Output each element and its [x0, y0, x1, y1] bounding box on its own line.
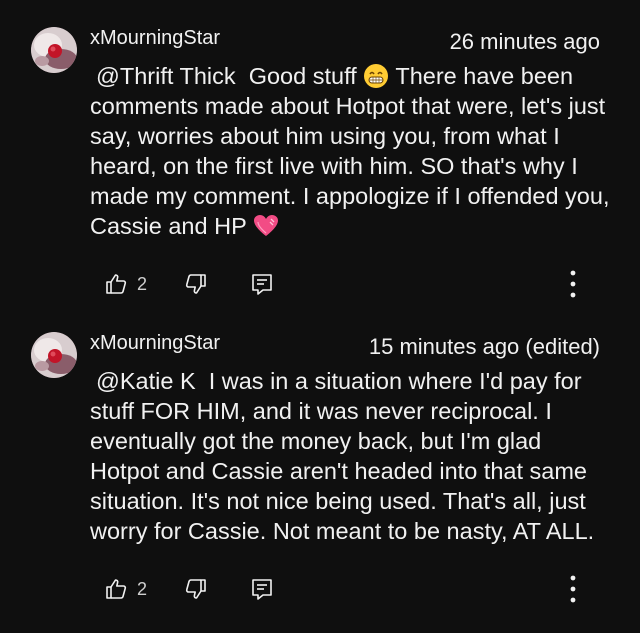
avatar[interactable]	[31, 332, 77, 378]
comment-author[interactable]: xMourningStar	[90, 27, 220, 50]
comment-timestamp[interactable]: 15 minutes ago (edited)	[369, 334, 600, 360]
comment-text-part: There have been comments made about Hotp…	[90, 63, 610, 239]
comment-text-part: I was in a situation where I'd pay for s…	[90, 368, 595, 544]
like-count: 2	[137, 579, 148, 599]
like-count: 2	[137, 274, 148, 294]
grinning-face-emoji-icon	[363, 63, 389, 89]
comment-text: @Thrift Thick Good stuff There have been…	[90, 61, 615, 241]
comment-actions: 2	[0, 268, 640, 300]
comment-actions: 2	[0, 573, 640, 605]
thumbs-down-icon[interactable]	[184, 577, 208, 601]
more-vertical-icon[interactable]	[562, 268, 584, 300]
mention-link[interactable]: @Thrift Thick	[90, 63, 236, 89]
pink-heart-emoji-icon	[253, 213, 279, 239]
comment-text-part: Good stuff	[248, 63, 357, 89]
more-vertical-icon[interactable]	[562, 573, 584, 605]
comment-timestamp[interactable]: 26 minutes ago	[450, 29, 600, 55]
reply-comment-icon[interactable]	[250, 577, 274, 601]
thumbs-down-icon[interactable]	[184, 272, 208, 296]
thumbs-up-icon[interactable]	[104, 272, 128, 296]
comment-author[interactable]: xMourningStar	[90, 332, 220, 355]
reply-comment-icon[interactable]	[250, 272, 274, 296]
thumbs-up-icon[interactable]	[104, 577, 128, 601]
comment-text: @Katie K I was in a situation where I'd …	[90, 366, 615, 546]
mention-link[interactable]: @Katie K	[90, 368, 196, 394]
avatar[interactable]	[31, 27, 77, 73]
